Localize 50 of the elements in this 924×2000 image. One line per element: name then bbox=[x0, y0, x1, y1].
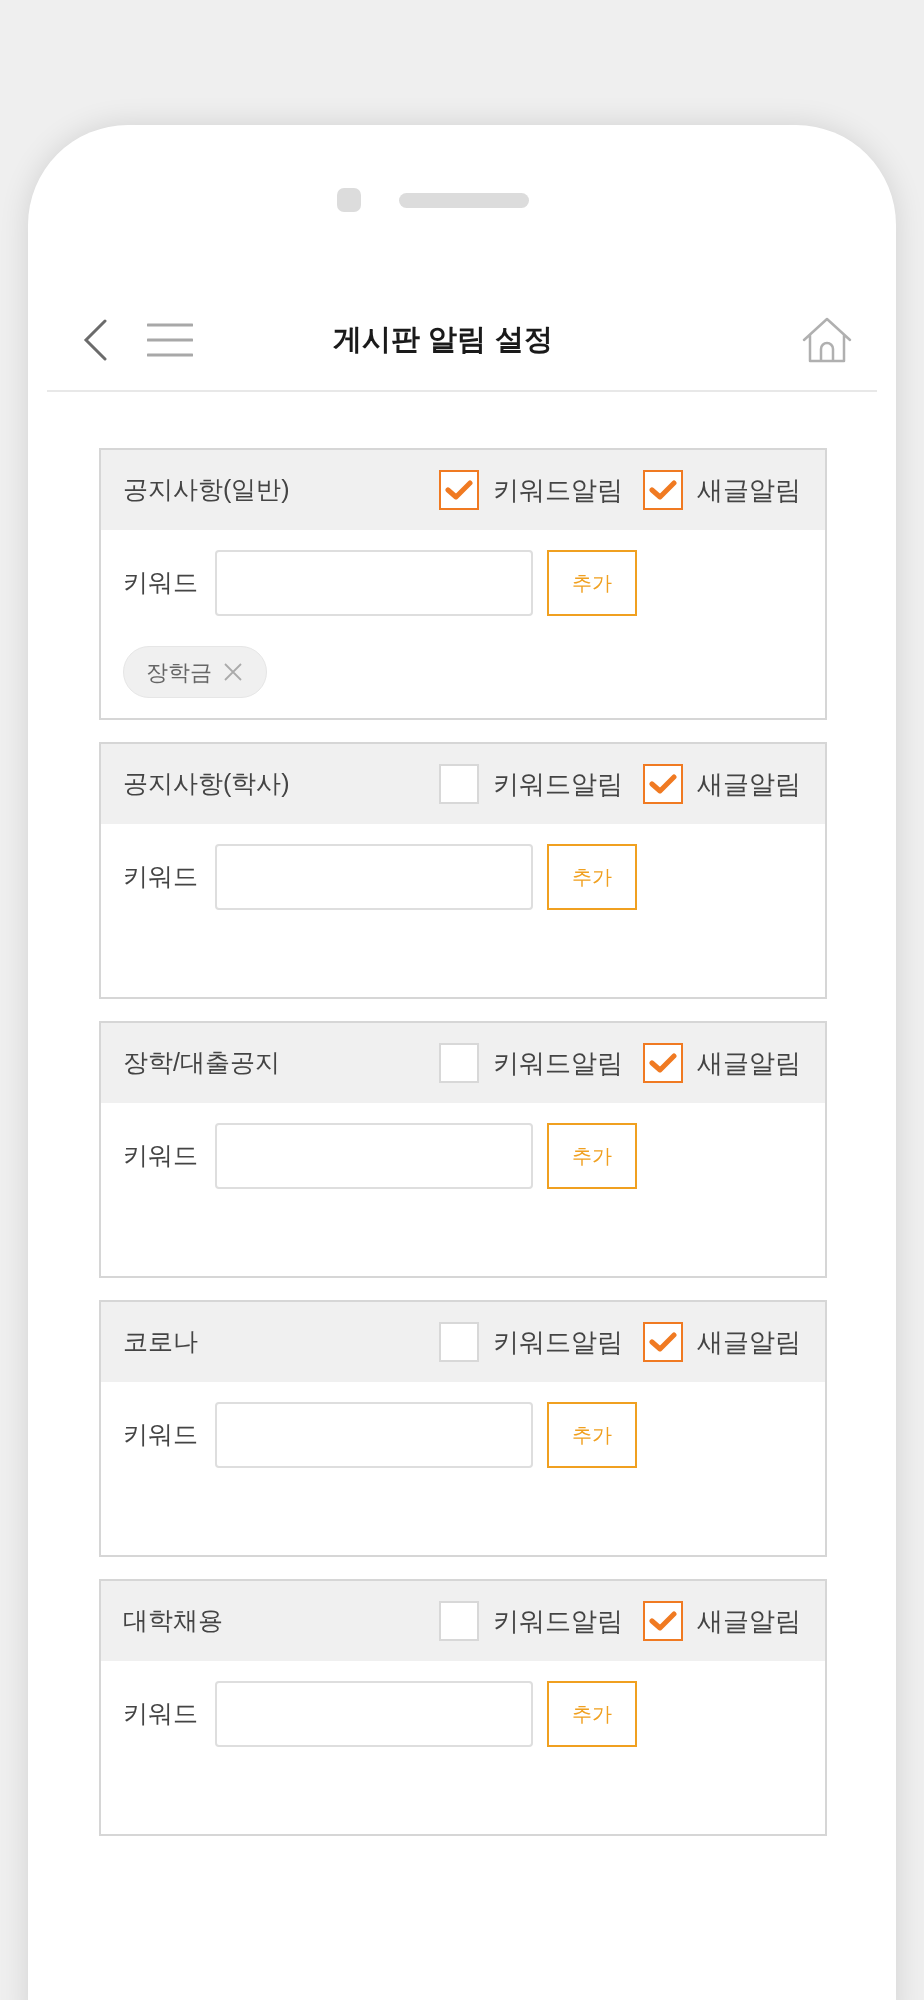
keyword-label: 키워드 bbox=[123, 1140, 199, 1172]
checkbox-label: 키워드알림 bbox=[493, 473, 623, 507]
checkbox-label: 키워드알림 bbox=[493, 1046, 623, 1080]
checkbox-label: 키워드알림 bbox=[493, 1604, 623, 1638]
checkbox[interactable] bbox=[439, 470, 479, 510]
checkbox-label: 새글알림 bbox=[697, 1046, 801, 1080]
keyword-label: 키워드 bbox=[123, 861, 199, 893]
board-name: 공지사항(학사) bbox=[123, 768, 291, 800]
home-icon bbox=[802, 317, 852, 363]
checkbox[interactable] bbox=[643, 470, 683, 510]
keyword-label: 키워드 bbox=[123, 1419, 199, 1451]
checkbox-label: 새글알림 bbox=[697, 1604, 801, 1638]
checkbox[interactable] bbox=[643, 764, 683, 804]
menu-icon bbox=[147, 322, 193, 358]
add-button[interactable]: 추가 bbox=[547, 844, 637, 910]
checkbox-label: 새글알림 bbox=[697, 473, 801, 507]
checkbox-label: 키워드알림 bbox=[493, 767, 623, 801]
keyword-input[interactable] bbox=[215, 844, 533, 910]
check-icon bbox=[649, 479, 677, 501]
board-name: 대학채용 bbox=[123, 1605, 224, 1637]
keyword-input[interactable] bbox=[215, 550, 533, 616]
check-icon bbox=[649, 1052, 677, 1074]
checkbox[interactable] bbox=[643, 1601, 683, 1641]
keyword-input[interactable] bbox=[215, 1402, 533, 1468]
checkbox[interactable] bbox=[643, 1322, 683, 1362]
check-icon bbox=[445, 479, 473, 501]
checkbox-label: 새글알림 bbox=[697, 767, 801, 801]
check-icon bbox=[649, 1610, 677, 1632]
add-button[interactable]: 추가 bbox=[547, 1123, 637, 1189]
checkbox-label: 새글알림 bbox=[697, 1325, 801, 1359]
close-icon bbox=[223, 662, 243, 682]
page-title: 게시판 알림 설정 bbox=[333, 322, 553, 358]
keyword-label: 키워드 bbox=[123, 1698, 199, 1730]
check-icon bbox=[649, 1331, 677, 1353]
checkbox[interactable] bbox=[643, 1043, 683, 1083]
keyword-input[interactable] bbox=[215, 1681, 533, 1747]
checkbox-label: 키워드알림 bbox=[493, 1325, 623, 1359]
board-name: 코로나 bbox=[123, 1326, 199, 1358]
add-button[interactable]: 추가 bbox=[547, 1402, 637, 1468]
home-button[interactable] bbox=[801, 315, 853, 365]
back-icon bbox=[83, 319, 107, 361]
board-name: 공지사항(일반) bbox=[123, 474, 291, 506]
board-name: 장학/대출공지 bbox=[123, 1047, 281, 1079]
add-button[interactable]: 추가 bbox=[547, 1681, 637, 1747]
remove-button[interactable] bbox=[222, 661, 244, 683]
keyword-label: 키워드 bbox=[123, 567, 199, 599]
keyword-input[interactable] bbox=[215, 1123, 533, 1189]
tag-label: 장학금 bbox=[146, 658, 212, 687]
check-icon bbox=[649, 773, 677, 795]
add-button[interactable]: 추가 bbox=[547, 550, 637, 616]
